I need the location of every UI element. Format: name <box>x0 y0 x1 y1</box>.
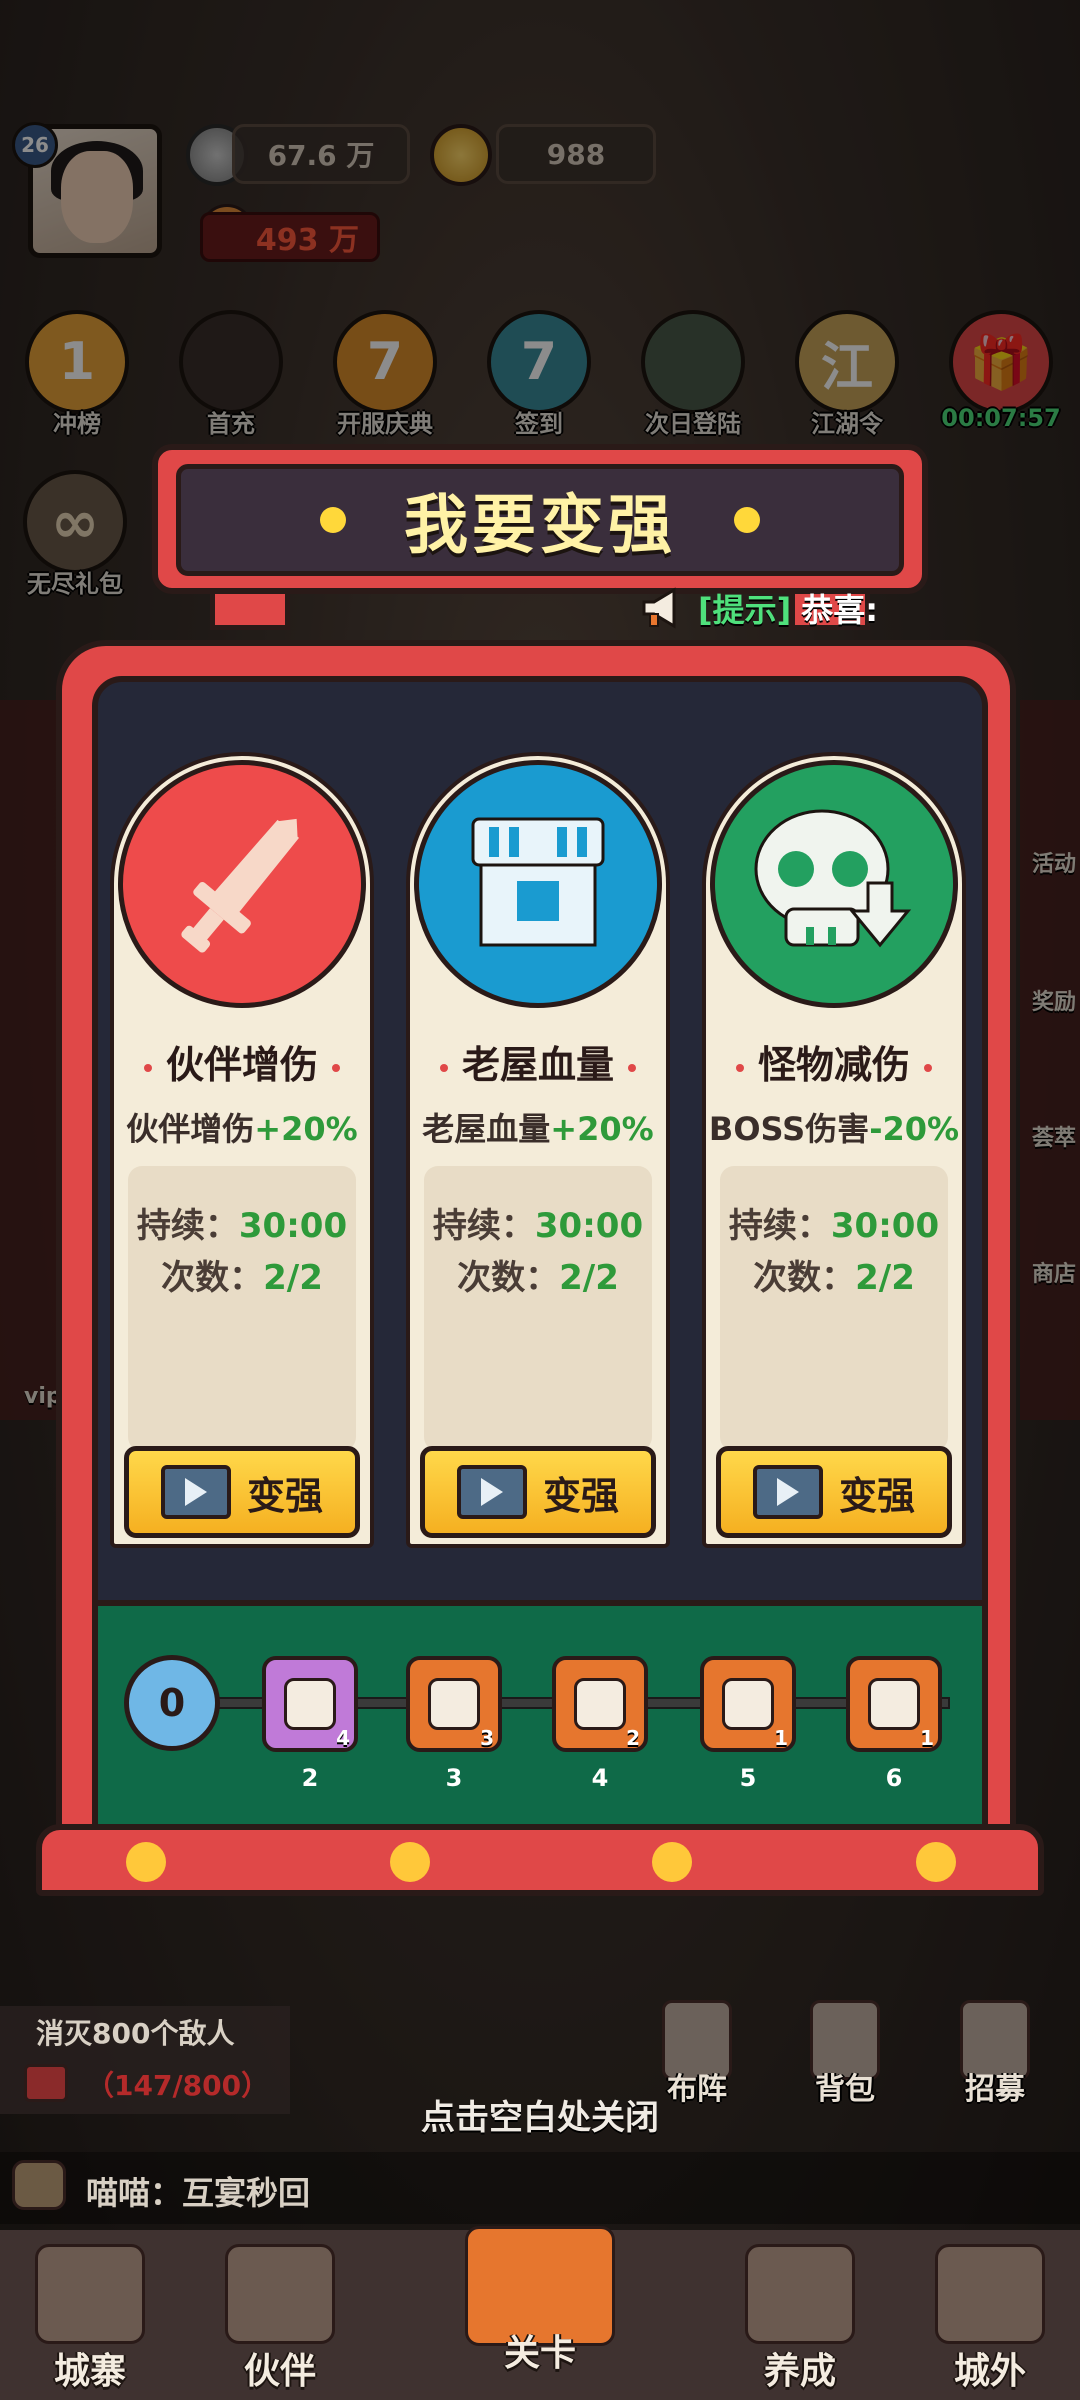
track-reward-ticket-icon[interactable]: 4 <box>262 1656 358 1752</box>
card-effect: BOSS伤害-20% <box>708 1110 960 1148</box>
power-up-button[interactable]: 变强 <box>124 1446 360 1538</box>
buff-card-house-hp: 老屋血量 老屋血量+20% 持续：30:00 次数：2/2 变强 <box>406 752 670 1548</box>
nav-label: 城寨 <box>53 2351 126 2392</box>
rocket-icon <box>722 1678 774 1730</box>
ticket-icon <box>284 1678 336 1730</box>
track-step-number: 6 <box>885 1764 903 1792</box>
track-step-number: 5 <box>739 1764 757 1792</box>
power-up-button-label: 变强 <box>542 1473 619 1518</box>
title-light-left <box>320 507 346 533</box>
card-info-box: 持续：30:00 次数：2/2 <box>720 1166 948 1451</box>
modal-title: 我要变强 <box>404 489 676 563</box>
reward-count: 4 <box>336 1726 350 1750</box>
house-icon <box>471 817 605 947</box>
buff-card-partner-damage: 伙伴增伤 伙伴增伤+20% 持续：30:00 次数：2/2 变强 <box>110 752 374 1548</box>
announcement: [提示] 恭喜: <box>640 580 878 636</box>
duration-line: 持续：30:00 <box>136 1206 348 1246</box>
nav-cultivate[interactable]: 养成 <box>710 2236 890 2400</box>
count-line: 次数：2/2 <box>457 1258 619 1298</box>
track-reward-rocket-icon[interactable]: 1 <box>700 1656 796 1752</box>
card-effect: 老屋血量+20% <box>422 1110 654 1148</box>
megaphone-icon <box>642 587 676 629</box>
quest-title: 消灭800个敌人 <box>36 2017 235 2050</box>
track-reward-card-icon[interactable]: 2 <box>552 1656 648 1752</box>
partner-icon <box>225 2244 335 2344</box>
sign-leg-left <box>210 592 290 630</box>
skull-icon <box>754 809 912 948</box>
close-hint: 点击空白处关闭 <box>421 2098 659 2138</box>
power-up-button[interactable]: 变强 <box>716 1446 952 1538</box>
diamond-icon <box>428 1678 480 1730</box>
title-light-right <box>734 507 760 533</box>
duration-line: 持续：30:00 <box>728 1206 940 1246</box>
tip-tag: [提示] <box>698 591 792 629</box>
signpost-icon <box>935 2244 1045 2344</box>
nav-stages[interactable]: 关卡 <box>450 2218 630 2382</box>
reward-count: 1 <box>774 1726 788 1750</box>
count-line: 次数：2/2 <box>753 1258 915 1298</box>
video-ad-icon <box>752 1465 823 1519</box>
card-icon-circle <box>710 760 958 1008</box>
nav-partners[interactable]: 伙伴 <box>190 2236 370 2400</box>
track-reward-chip-icon[interactable]: 1 <box>846 1656 942 1752</box>
track-step-number: 2 <box>301 1764 319 1792</box>
track-reward-diamond-icon[interactable]: 3 <box>406 1656 502 1752</box>
base-light <box>126 1842 166 1882</box>
panel-base <box>36 1824 1044 1896</box>
reward-count: 2 <box>626 1726 640 1750</box>
card-effect: 伙伴增伤+20% <box>126 1110 358 1148</box>
card-icon <box>574 1678 626 1730</box>
power-up-button-label: 变强 <box>246 1473 323 1518</box>
track-step-number: 4 <box>591 1764 609 1792</box>
card-title: 伙伴增伤 <box>114 1034 370 1089</box>
tip-message: 恭喜: <box>801 591 879 629</box>
reward-count: 1 <box>920 1726 934 1750</box>
card-info-box: 持续：30:00 次数：2/2 <box>424 1166 652 1451</box>
video-ad-icon <box>456 1465 527 1519</box>
nav-label: 关卡 <box>503 2333 576 2374</box>
card-info-box: 持续：30:00 次数：2/2 <box>128 1166 356 1451</box>
base-light <box>916 1842 956 1882</box>
video-ad-icon <box>160 1465 231 1519</box>
card-title: 老屋血量 <box>410 1034 666 1089</box>
power-up-button-label: 变强 <box>838 1473 915 1518</box>
track-step-number: 3 <box>445 1764 463 1792</box>
title-board: 我要变强 <box>176 464 904 576</box>
base-light <box>652 1842 692 1882</box>
stronghold-icon <box>35 2244 145 2344</box>
nav-stronghold[interactable]: 城寨 <box>0 2236 180 2400</box>
chat-message: 喵喵：互宴秒回 <box>86 2174 311 2212</box>
duration-line: 持续：30:00 <box>432 1206 644 1246</box>
buff-card-monster-damage: 怪物减伤 BOSS伤害-20% 持续：30:00 次数：2/2 变强 <box>702 752 966 1548</box>
nav-label: 伙伴 <box>243 2351 316 2392</box>
sword-icon <box>181 818 299 953</box>
card-icon-circle <box>118 760 366 1008</box>
chat-bubble-icon <box>12 2160 66 2210</box>
chip-icon <box>868 1678 920 1730</box>
drumstick-icon <box>745 2244 855 2344</box>
track-progress-start: 0 <box>124 1655 220 1751</box>
count-line: 次数：2/2 <box>161 1258 323 1298</box>
nav-label: 城外 <box>953 2351 1026 2392</box>
card-title: 怪物减伤 <box>706 1034 962 1089</box>
base-light <box>390 1842 430 1882</box>
card-icon-circle <box>414 760 662 1008</box>
power-up-button[interactable]: 变强 <box>420 1446 656 1538</box>
reward-count: 3 <box>480 1726 494 1750</box>
nav-outside[interactable]: 城外 <box>900 2236 1080 2400</box>
nav-label: 养成 <box>763 2351 836 2392</box>
